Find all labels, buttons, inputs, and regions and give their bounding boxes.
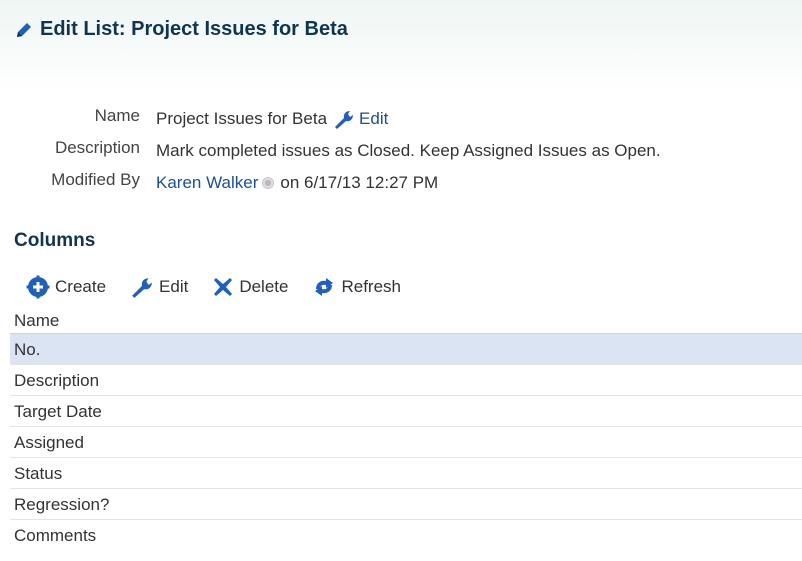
x-icon <box>212 276 234 298</box>
columns-table: Name No. Description Target Date Assigne… <box>10 309 802 550</box>
table-row[interactable]: Assigned <box>10 426 802 457</box>
refresh-icon <box>312 276 336 298</box>
modified-label: Modified By <box>51 170 140 189</box>
name-value-group: Project Issues for Beta Edit <box>156 109 388 129</box>
name-label: Name <box>94 106 140 125</box>
edit-label: Edit <box>159 277 189 296</box>
refresh-button[interactable]: Refresh <box>312 276 401 298</box>
column-header-name[interactable]: Name <box>10 309 802 333</box>
edit-button[interactable]: Edit <box>130 276 188 298</box>
name-edit-label: Edit <box>359 109 389 128</box>
description-value: Mark completed issues as Closed. Keep As… <box>156 141 661 161</box>
columns-toolbar: Create Edit Delete Refresh <box>26 274 425 300</box>
name-value: Project Issues for Beta <box>156 109 328 128</box>
modified-value-group: Karen Walker on 6/17/13 12:27 PM <box>156 173 438 193</box>
pencil-icon <box>14 20 34 40</box>
delete-label: Delete <box>239 277 289 296</box>
gear-plus-icon <box>26 275 50 299</box>
table-row[interactable]: Status <box>10 457 802 488</box>
table-row[interactable]: No. <box>10 333 802 364</box>
modified-user-link[interactable]: Karen Walker <box>156 173 258 193</box>
page-title: Edit List: Project Issues for Beta <box>14 18 348 41</box>
table-row[interactable]: Target Date <box>10 395 802 426</box>
page-header: Edit List: Project Issues for Beta <box>0 0 802 90</box>
page-title-text: Edit List: Project Issues for Beta <box>40 18 348 40</box>
table-row[interactable]: Regression? <box>10 488 802 519</box>
description-text: Mark completed issues as Closed. Keep As… <box>156 141 661 160</box>
create-button[interactable]: Create <box>26 275 106 299</box>
description-label: Description <box>54 138 140 157</box>
table-row[interactable]: Comments <box>10 519 802 550</box>
refresh-label: Refresh <box>341 277 401 296</box>
wrench-icon <box>333 109 355 129</box>
name-edit-link[interactable]: Edit <box>333 109 388 129</box>
create-label: Create <box>55 277 107 296</box>
columns-section-title: Columns <box>14 230 96 251</box>
presence-status-icon[interactable] <box>262 177 275 189</box>
delete-button[interactable]: Delete <box>212 276 288 298</box>
table-row[interactable]: Description <box>10 364 802 395</box>
wrench-icon <box>130 276 154 298</box>
modified-date: on 6/17/13 12:27 PM <box>280 173 439 192</box>
